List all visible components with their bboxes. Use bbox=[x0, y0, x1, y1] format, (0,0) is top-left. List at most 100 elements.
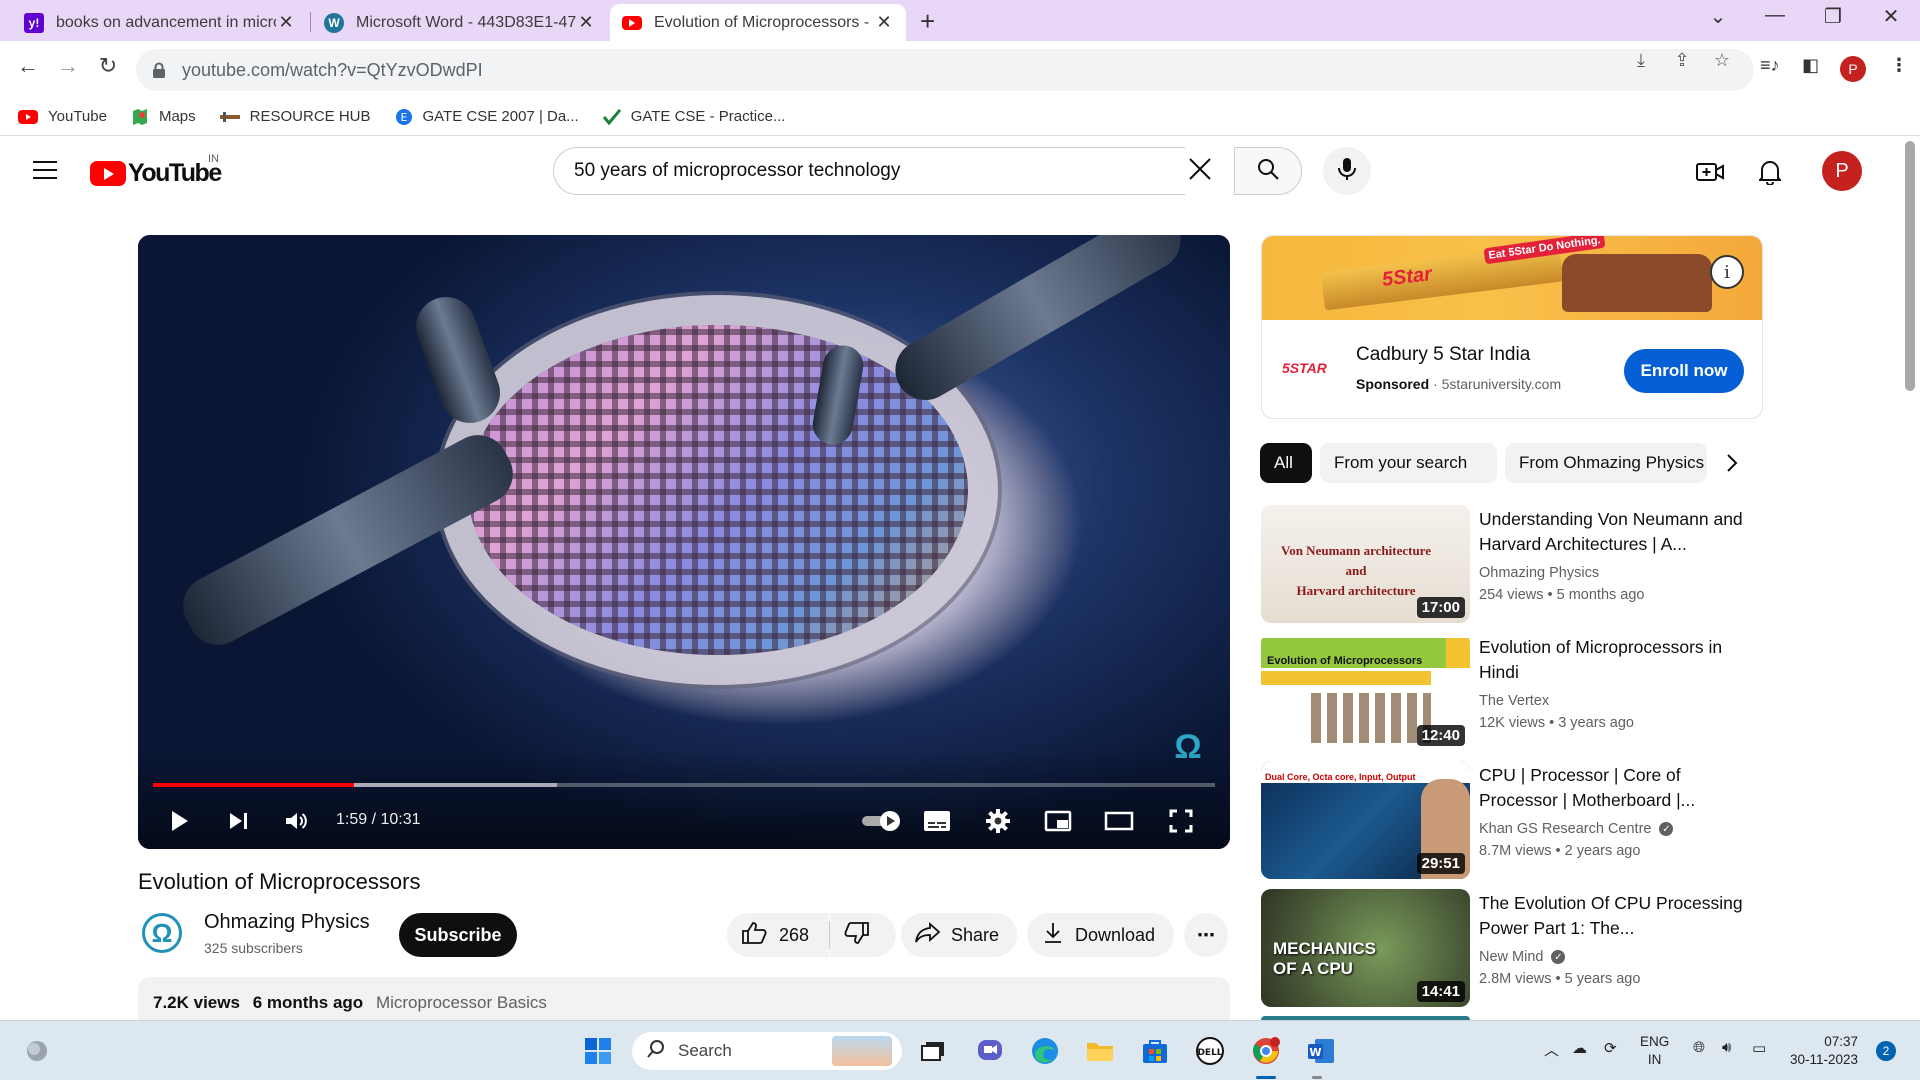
progress-bar[interactable] bbox=[153, 783, 1215, 787]
youtube-logo[interactable]: YouTube IN bbox=[90, 153, 222, 188]
channel-name[interactable]: The Vertex bbox=[1479, 693, 1549, 709]
forward-icon[interactable]: → bbox=[52, 53, 84, 79]
video-thumbnail[interactable]: Evolution of Microprocessors 12:40 bbox=[1261, 633, 1470, 751]
start-button-icon[interactable] bbox=[583, 1036, 613, 1066]
ad-banner-image[interactable]: 5Star Eat 5Star Do Nothing. i bbox=[1262, 236, 1762, 320]
notifications-bell-icon[interactable] bbox=[1755, 159, 1785, 185]
input-language-indicator[interactable]: ENG IN bbox=[1640, 1033, 1669, 1069]
video-title[interactable]: The Evolution Of CPU Processing Power Pa… bbox=[1479, 891, 1749, 941]
chrome-browser-icon[interactable] bbox=[1251, 1036, 1281, 1066]
recommended-video[interactable]: Evolution of Microprocessors 12:40 Evolu… bbox=[1261, 633, 1766, 751]
back-icon[interactable]: ← bbox=[12, 53, 44, 79]
account-avatar[interactable]: P bbox=[1822, 151, 1862, 191]
tab-word[interactable]: W Microsoft Word - 443D83E1-478 ✕ bbox=[312, 4, 608, 41]
tab-search-chevron-icon[interactable]: ⌄ bbox=[1695, 4, 1741, 29]
word-app-icon[interactable]: W bbox=[1306, 1036, 1336, 1066]
theater-mode-icon[interactable] bbox=[1103, 807, 1135, 835]
page-scrollbar[interactable] bbox=[1905, 141, 1915, 391]
close-window-icon[interactable]: ✕ bbox=[1868, 4, 1914, 29]
search-input[interactable] bbox=[574, 160, 1134, 182]
close-tab-icon[interactable]: ✕ bbox=[276, 12, 296, 33]
like-button[interactable]: 268 bbox=[727, 913, 829, 957]
show-hidden-icons-chevron-icon[interactable]: ︿ bbox=[1544, 1039, 1559, 1060]
new-tab-icon[interactable]: + bbox=[920, 6, 935, 37]
recommended-video[interactable]: MECHANICS OF A CPU 14:41 The Evolution O… bbox=[1261, 889, 1766, 1007]
video-thumbnail[interactable]: Dual Core, Octa core, Input, Output 29:5… bbox=[1261, 761, 1470, 879]
side-panel-icon[interactable]: ◧ bbox=[1802, 55, 1819, 76]
enroll-now-button[interactable]: Enroll now bbox=[1624, 349, 1744, 393]
address-bar[interactable]: youtube.com/watch?v=QtYzvODwdPI bbox=[136, 49, 1754, 91]
chevron-right-icon[interactable] bbox=[1716, 449, 1748, 477]
speaker-volume-icon[interactable]: 🔊︎ bbox=[1722, 1039, 1731, 1056]
restore-icon[interactable]: ❐ bbox=[1810, 4, 1856, 29]
channel-name[interactable]: Khan GS Research Centre ✓ bbox=[1479, 821, 1674, 837]
video-thumbnail[interactable]: MECHANICS OF A CPU 14:41 bbox=[1261, 889, 1470, 1007]
reload-icon[interactable]: ↻ bbox=[92, 53, 124, 79]
share-page-icon[interactable]: ⇪ bbox=[1668, 50, 1696, 71]
more-actions-icon[interactable]: ⋯ bbox=[1184, 913, 1228, 957]
subtitles-icon[interactable] bbox=[922, 807, 952, 835]
channel-name[interactable]: Ohmazing Physics bbox=[1479, 565, 1599, 581]
subscribe-button[interactable]: Subscribe bbox=[399, 913, 517, 957]
share-button[interactable]: Share bbox=[901, 913, 1017, 957]
voice-search-button[interactable] bbox=[1323, 147, 1371, 195]
video-title[interactable]: Understanding Von Neumann and Harvard Ar… bbox=[1479, 507, 1749, 557]
fullscreen-icon[interactable] bbox=[1166, 807, 1196, 835]
play-icon[interactable] bbox=[168, 807, 192, 835]
minimize-icon[interactable]: — bbox=[1752, 4, 1798, 27]
microsoft-store-icon[interactable] bbox=[1140, 1036, 1170, 1066]
download-button[interactable]: Download bbox=[1027, 913, 1174, 957]
browser-menu-icon[interactable]: ⋮ bbox=[1890, 55, 1908, 76]
bookmark-gate-practice[interactable]: GATE CSE - Practice... bbox=[602, 108, 785, 125]
weather-cloud-tray-icon[interactable]: ☁ bbox=[1572, 1039, 1587, 1057]
channel-avatar[interactable]: Ω bbox=[142, 913, 182, 953]
dislike-button[interactable] bbox=[830, 913, 896, 957]
chip-from-your-search[interactable]: From your search bbox=[1320, 443, 1497, 483]
bookmark-maps[interactable]: Maps bbox=[131, 108, 196, 126]
channel-name[interactable]: Ohmazing Physics bbox=[204, 911, 370, 934]
battery-charging-icon[interactable]: ▭ bbox=[1752, 1039, 1766, 1057]
close-tab-icon[interactable]: ✕ bbox=[874, 12, 894, 33]
menu-icon[interactable] bbox=[33, 161, 57, 185]
notification-count-badge[interactable]: 2 bbox=[1876, 1041, 1896, 1061]
dell-app-icon[interactable]: DELL bbox=[1195, 1036, 1225, 1066]
search-button[interactable] bbox=[1234, 147, 1302, 195]
ad-info-icon[interactable]: i bbox=[1710, 255, 1744, 289]
volume-icon[interactable] bbox=[282, 807, 312, 835]
taskbar-search-box[interactable]: Search bbox=[632, 1032, 902, 1070]
edge-browser-icon[interactable] bbox=[1030, 1036, 1060, 1066]
tab-youtube-active[interactable]: Evolution of Microprocessors - Y ✕ bbox=[610, 4, 906, 41]
advertiser-name[interactable]: Cadbury 5 Star India bbox=[1356, 344, 1530, 366]
bookmark-resource-hub[interactable]: RESOURCE HUB bbox=[219, 108, 371, 125]
file-explorer-icon[interactable] bbox=[1085, 1036, 1115, 1066]
video-title[interactable]: Evolution of Microprocessors in Hindi bbox=[1479, 635, 1749, 685]
chip-all[interactable]: All bbox=[1260, 443, 1312, 483]
bookmark-gate-2007[interactable]: E GATE CSE 2007 | Da... bbox=[395, 108, 579, 126]
miniplayer-icon[interactable] bbox=[1043, 807, 1073, 835]
system-clock[interactable]: 07:37 30-11-2023 bbox=[1790, 1033, 1858, 1069]
teams-chat-icon[interactable] bbox=[975, 1036, 1005, 1066]
media-control-icon[interactable]: ≡♪ bbox=[1760, 55, 1780, 76]
tab-yahoo[interactable]: y! books on advancement in micro ✕ bbox=[12, 4, 308, 41]
next-video-icon[interactable] bbox=[226, 807, 252, 835]
video-player[interactable]: Ω 1:59 / 10:31 bbox=[138, 235, 1230, 849]
video-title[interactable]: CPU | Processor | Core of Processor | Mo… bbox=[1479, 763, 1749, 813]
weather-widget-icon[interactable] bbox=[22, 1036, 52, 1066]
sync-tray-icon[interactable]: ⟳ bbox=[1604, 1039, 1617, 1057]
browser-profile-avatar[interactable]: P bbox=[1840, 56, 1866, 82]
recommended-video[interactable]: Dual Core, Octa core, Input, Output 29:5… bbox=[1261, 761, 1766, 879]
description-tag[interactable]: Microprocessor Basics bbox=[376, 993, 547, 1012]
close-tab-icon[interactable]: ✕ bbox=[576, 12, 596, 33]
create-video-icon[interactable] bbox=[1695, 159, 1725, 185]
autoplay-toggle[interactable] bbox=[860, 807, 904, 835]
install-app-icon[interactable]: ⤓ bbox=[1627, 50, 1655, 71]
sponsored-ad-card[interactable]: 5Star Eat 5Star Do Nothing. i 5STAR Cadb… bbox=[1261, 235, 1763, 419]
video-thumbnail[interactable]: Von Neumann architecture and Harvard arc… bbox=[1261, 505, 1470, 623]
settings-gear-icon[interactable] bbox=[983, 807, 1013, 835]
chip-from-channel[interactable]: From Ohmazing Physics bbox=[1505, 443, 1707, 483]
channel-name[interactable]: New Mind ✓ bbox=[1479, 949, 1566, 965]
clear-search-icon[interactable] bbox=[1188, 155, 1212, 189]
network-globe-icon[interactable]: 🌐︎ bbox=[1693, 1039, 1705, 1056]
task-view-icon[interactable] bbox=[918, 1036, 948, 1066]
bookmark-youtube[interactable]: YouTube bbox=[18, 108, 107, 125]
